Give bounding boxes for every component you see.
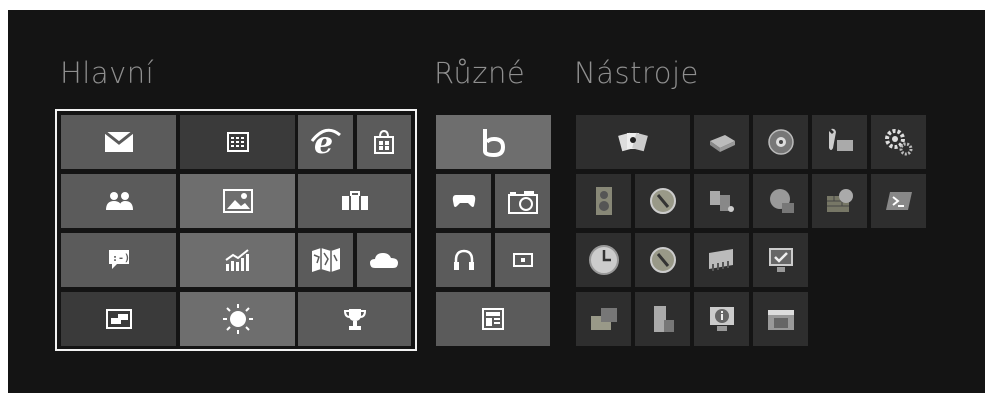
firewall-tile[interactable]: [812, 174, 867, 228]
trophy-icon: [343, 309, 366, 330]
weather-tile[interactable]: [180, 292, 295, 346]
store-icon: [374, 130, 394, 154]
games-tile[interactable]: [436, 174, 491, 228]
scanner-tile[interactable]: [694, 115, 749, 169]
group-title-tools[interactable]: Nástroje: [574, 56, 699, 90]
news-icon: [482, 308, 504, 330]
toolbox-tile[interactable]: [576, 292, 631, 346]
svg-text::-): :-): [112, 253, 130, 264]
video-tile[interactable]: [495, 233, 550, 287]
photos-icon: [222, 189, 253, 213]
group-title-main[interactable]: Hlavní: [60, 56, 154, 90]
components-tile[interactable]: [694, 174, 749, 228]
people-icon: [105, 192, 133, 210]
skydrive-tile[interactable]: [357, 233, 411, 287]
bing-icon: [482, 129, 505, 157]
bing-tile[interactable]: [436, 115, 551, 169]
photos-tile[interactable]: [180, 174, 295, 228]
desktop-icon: [105, 309, 132, 329]
group-title-misc[interactable]: Různé: [434, 56, 525, 90]
mail-icon: [103, 131, 134, 152]
toolbox-icon: [590, 308, 617, 330]
desktop-tile[interactable]: [61, 292, 176, 346]
monitor-tile[interactable]: [753, 233, 808, 287]
messaging-tile[interactable]: :-): [61, 233, 176, 287]
mail-tile[interactable]: [61, 115, 176, 169]
memory-icon: [708, 249, 733, 271]
components-icon: [709, 191, 734, 212]
cloud-icon: [370, 253, 398, 268]
disk-icon: [767, 129, 794, 155]
solitaire-tile[interactable]: [576, 115, 690, 169]
compass-icon: [649, 188, 676, 214]
memory-tile[interactable]: [694, 233, 749, 287]
calendar-icon: [226, 132, 249, 152]
speaker-tile[interactable]: [576, 174, 631, 228]
briefcase-icon: [341, 191, 368, 210]
compass-icon: [649, 247, 676, 273]
travel-tile[interactable]: [298, 174, 411, 228]
map-icon: [311, 248, 340, 272]
wrench-icon: [828, 128, 853, 151]
info-monitor-icon: [709, 307, 734, 331]
window-tile[interactable]: [753, 292, 808, 346]
info-tile[interactable]: [694, 292, 749, 346]
network-globe-icon: [769, 189, 794, 213]
powershell-icon: [885, 192, 912, 210]
news-tile[interactable]: [436, 292, 550, 346]
tools-tile[interactable]: [812, 115, 867, 169]
disk-tile[interactable]: [753, 115, 808, 169]
scanner-icon: [709, 135, 735, 152]
sun-icon: [222, 304, 253, 334]
video-icon: [512, 253, 533, 267]
compass2-tile[interactable]: [635, 233, 690, 287]
speaker-icon: [595, 187, 612, 215]
clock-tile[interactable]: [576, 233, 631, 287]
music-tile[interactable]: [436, 233, 491, 287]
network-tile[interactable]: [753, 174, 808, 228]
server-tile[interactable]: [635, 292, 690, 346]
gears-icon: [884, 129, 912, 156]
internet-explorer-icon: e: [310, 127, 341, 157]
chat-icon: :-): [108, 250, 130, 269]
finance-tile[interactable]: [180, 233, 295, 287]
clock-icon: [588, 245, 619, 275]
firewall-icon: [826, 189, 853, 212]
camera-icon: [507, 191, 538, 214]
server-lock-icon: [653, 306, 674, 332]
chart-icon: [224, 249, 249, 271]
camera-tile[interactable]: [495, 174, 550, 228]
maps-tile[interactable]: [298, 233, 353, 287]
gamepad-icon: [452, 195, 475, 207]
calendar-tile[interactable]: [180, 115, 295, 169]
headphones-icon: [453, 249, 474, 270]
internet-explorer-tile[interactable]: e: [298, 115, 353, 169]
cards-icon: [618, 132, 648, 152]
window-icon: [767, 310, 794, 330]
compass-tile[interactable]: [635, 174, 690, 228]
sports-tile[interactable]: [298, 292, 411, 346]
people-tile[interactable]: [61, 174, 176, 228]
settings-tile[interactable]: [871, 115, 926, 169]
store-tile[interactable]: [357, 115, 411, 169]
monitor-check-icon: [768, 248, 793, 272]
powershell-tile[interactable]: [871, 174, 926, 228]
